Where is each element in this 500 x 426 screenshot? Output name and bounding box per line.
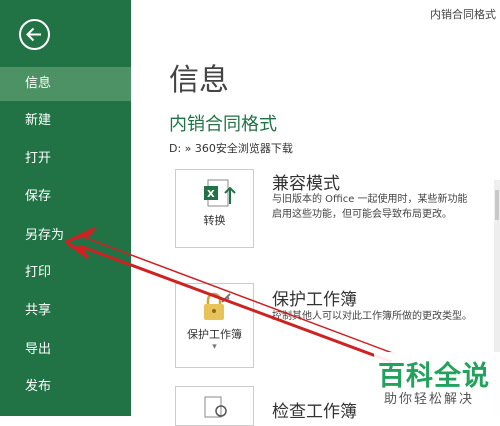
nav-save-as[interactable]: 另存为	[0, 219, 131, 253]
protect-workbook-title: 保护工作簿	[272, 290, 357, 310]
nav-share[interactable]: 共享	[0, 294, 131, 328]
scrollbar-thumb[interactable]	[495, 190, 499, 220]
watermark-sub-text: 助你轻松解决	[384, 392, 475, 407]
nav-save[interactable]: 保存	[0, 180, 131, 214]
inspect-icon	[204, 396, 227, 418]
watermark-logo: 百科全说 助你轻松解决	[374, 352, 500, 416]
convert-label: 转换	[203, 214, 226, 227]
compat-mode-desc-1: 与旧版本的 Office 一起使用时，某些新功能	[272, 194, 468, 205]
protect-workbook-button[interactable]: 保护工作簿 ▾	[175, 283, 254, 368]
lock-key-icon	[204, 292, 231, 320]
nav-export[interactable]: 导出	[0, 333, 131, 367]
convert-button[interactable]: X 转换	[175, 169, 254, 248]
document-path[interactable]: D: » 360安全浏览器下载	[169, 140, 293, 156]
nav-info[interactable]: 信息	[0, 67, 131, 101]
inspect-workbook-title: 检查工作簿	[272, 402, 357, 422]
compat-mode-title: 兼容模式	[272, 174, 340, 194]
compat-mode-desc-2: 启用这些功能，但可能会导致布局更改。	[272, 209, 452, 220]
window-file-title: 内销合同格式	[430, 8, 496, 21]
document-name: 内销合同格式	[169, 114, 277, 135]
nav-new[interactable]: 新建	[0, 104, 131, 138]
inspect-workbook-button[interactable]	[175, 386, 254, 426]
protect-workbook-desc: 控制其他人可以对此工作簿所做的更改类型。	[272, 311, 472, 322]
dropdown-caret-icon: ▾	[212, 342, 217, 352]
svg-text:X: X	[207, 189, 215, 200]
back-button[interactable]	[19, 19, 50, 50]
back-arrow-icon	[26, 27, 41, 42]
nav-print[interactable]: 打印	[0, 256, 131, 290]
page-title: 信息	[169, 63, 229, 98]
nav-open[interactable]: 打开	[0, 142, 131, 176]
nav-publish[interactable]: 发布	[0, 370, 131, 404]
protect-workbook-label: 保护工作簿	[187, 328, 242, 341]
backstage-sidebar: 信息 新建 打开 保存 另存为 打印 共享 导出 发布	[0, 0, 131, 416]
